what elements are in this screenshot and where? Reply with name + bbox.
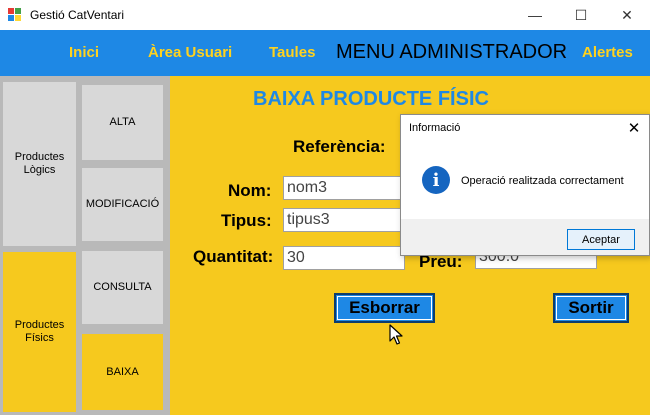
sidebar-item-label: CONSULTA (93, 281, 152, 293)
menu-title: MENU ADMINISTRADOR (336, 41, 568, 63)
page-title: BAIXA PRODUCTE FÍSIC (253, 88, 489, 110)
menu-item-alertes[interactable]: Alertes (582, 44, 633, 61)
sidebar-item-modificacio[interactable]: MODIFICACIÓ (82, 168, 163, 241)
dialog-message: Operació realitzada correctament (461, 175, 624, 187)
sidebar-item-productes-fisics[interactable]: Productes Físics (3, 252, 76, 412)
referencia-label: Referència: (293, 137, 386, 156)
quantitat-label: Quantitat: (193, 247, 274, 266)
tipus-field[interactable]: tipus3 (283, 208, 401, 232)
esborrar-button[interactable]: Esborrar (334, 293, 435, 323)
window-title: Gestió CatVentari (30, 8, 125, 22)
dialog-close-icon[interactable]: ✕ (625, 119, 643, 137)
menu-bar: Inici Àrea Usuari Taules MENU ADMINISTRA… (0, 30, 650, 76)
tipus-label: Tipus: (221, 211, 272, 230)
sidebar-item-label: BAIXA (106, 365, 139, 378)
sidebar-item-label: ALTA (109, 116, 136, 128)
sortir-button[interactable]: Sortir (553, 293, 629, 323)
sidebar-item-alta[interactable]: ALTA (82, 85, 163, 160)
maximize-button[interactable]: ☐ (558, 0, 604, 30)
menu-item-inici[interactable]: Inici (69, 44, 99, 61)
menu-item-taules[interactable]: Taules (269, 44, 315, 61)
sidebar-item-productes-logics[interactable]: Productes Lògics (3, 82, 76, 246)
app-icon (8, 8, 22, 22)
dialog-title: Informació (409, 122, 461, 134)
quantitat-field[interactable]: 30 (283, 246, 405, 270)
sidebar-item-label: Productes Físics (14, 319, 65, 344)
window-titlebar: Gestió CatVentari — ☐ ✕ (0, 0, 650, 30)
nom-label: Nom: (228, 181, 272, 200)
close-window-button[interactable]: ✕ (604, 0, 650, 30)
minimize-button[interactable]: — (512, 0, 558, 30)
info-icon: i (422, 166, 450, 194)
sidebar-item-consulta[interactable]: CONSULTA (82, 251, 163, 324)
sidebar-item-baixa[interactable]: BAIXA (82, 334, 163, 410)
info-dialog: Informació ✕ i Operació realitzada corre… (400, 114, 650, 256)
dialog-footer: Aceptar (401, 219, 649, 255)
sidebar-item-label: Productes Lògics (14, 151, 65, 176)
sidebar-item-label: MODIFICACIÓ (85, 198, 160, 210)
mouse-cursor-icon (389, 324, 403, 345)
nom-field[interactable]: nom3 (283, 176, 401, 200)
aceptar-button[interactable]: Aceptar (567, 229, 635, 250)
menu-item-area-usuari[interactable]: Àrea Usuari (148, 44, 236, 61)
sidebar: Productes Lògics Productes Físics ALTA M… (0, 76, 170, 415)
